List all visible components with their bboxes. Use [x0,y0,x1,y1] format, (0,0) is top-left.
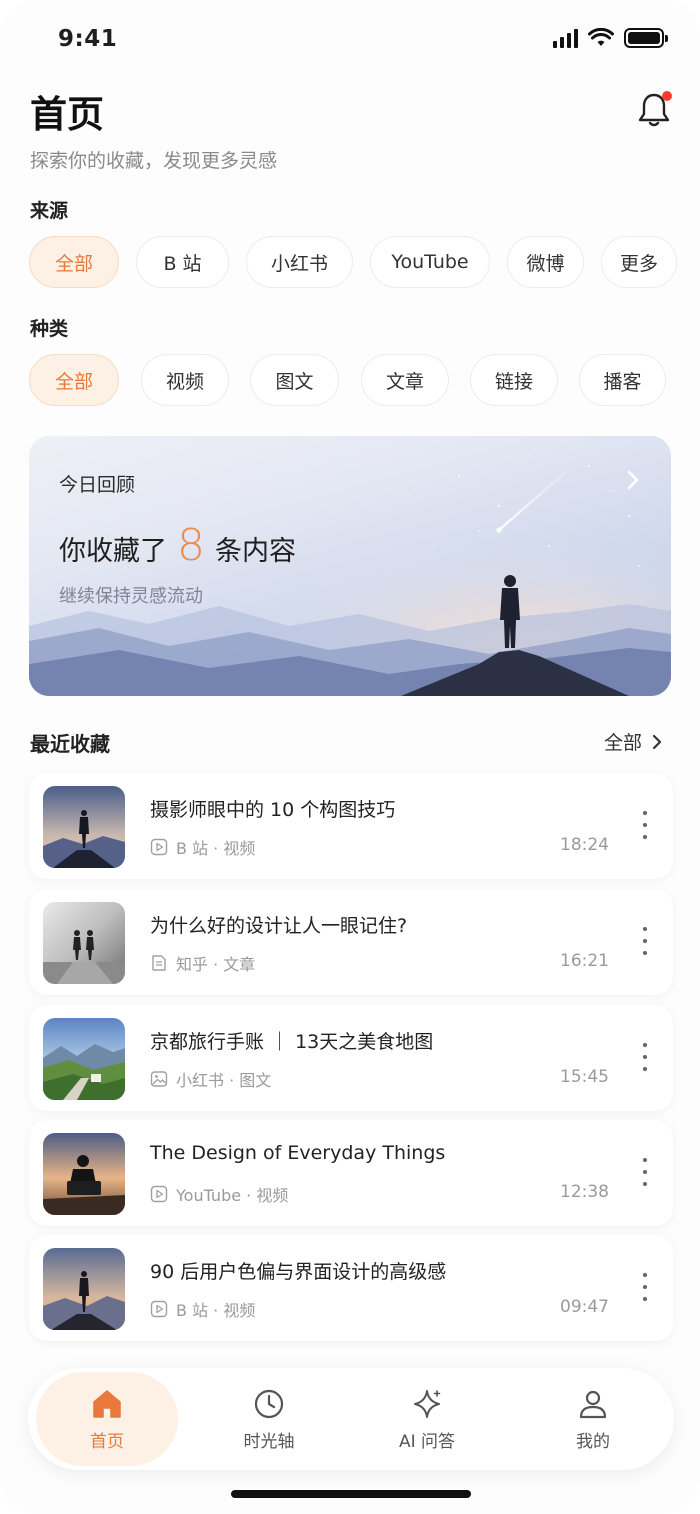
status-time: 9:41 [58,26,118,52]
tab-ai-qa-label: AI 问答 [398,1431,456,1452]
item-title: 为什么好的设计让人一眼记住? [150,915,408,937]
source-filter-label: 来源 [30,200,69,222]
sparkle-icon [414,1389,441,1418]
item-time: 09:47 [560,1297,609,1317]
item-meta-text: B 站 · 视频 [176,1301,256,1320]
wifi-icon [588,28,614,46]
banner-headline-suffix: 条内容 [215,536,296,567]
source-chip-more[interactable]: 更多 [601,236,677,288]
status-bar: 9:41 [0,0,700,80]
list-item[interactable]: 90 后用户色偏与界面设计的高级感 B 站 · 视频 09:47 [29,1235,673,1341]
tab-profile[interactable]: 我的 [522,1372,664,1466]
tab-ai-qa[interactable]: AI 问答 [356,1372,498,1466]
tab-timeline-label: 时光轴 [243,1431,295,1452]
tab-home[interactable]: 首页 [36,1372,178,1466]
daily-review-banner[interactable]: 今日回顾 你收藏了 8 条内容 继续保持灵感流动 [29,436,671,696]
item-meta-text: B 站 · 视频 [176,839,256,858]
source-chip-weibo[interactable]: 微博 [507,236,584,288]
item-time: 16:21 [560,951,609,971]
item-meta: B 站 · 视频 [150,835,255,859]
banner-headline-prefix: 你收藏了 [59,536,167,567]
notification-dot [662,91,672,101]
item-title: The Design of Everyday Things [150,1142,446,1164]
source-chip-xiaohongshu[interactable]: 小红书 [246,236,353,288]
signal-icon [553,28,578,48]
type-chip-image-text[interactable]: 图文 [250,354,339,406]
play-icon [150,1300,168,1318]
app-screen: 9:41 首页 探索你的收藏，发现更多灵感 来源 全部 B 站 小红书 YouT… [0,0,700,1514]
more-vertical-icon[interactable] [639,1039,651,1075]
thumbnail-image [43,786,125,868]
recent-section-title: 最近收藏 [30,732,110,756]
page-title: 首页 [30,93,104,136]
type-chip-link[interactable]: 链接 [470,354,558,406]
clock-icon [254,1389,284,1418]
item-meta-text: YouTube · 视频 [176,1186,289,1205]
tab-timeline[interactable]: 时光轴 [198,1372,340,1466]
tab-profile-label: 我的 [576,1431,610,1452]
item-time: 15:45 [560,1067,609,1087]
thumbnail-image [43,1133,125,1215]
item-meta: 小红书 · 图文 [150,1067,271,1091]
banner-label: 今日回顾 [59,474,136,496]
type-chip-all[interactable]: 全部 [29,354,119,406]
item-meta-text: 小红书 · 图文 [176,1071,272,1090]
notification-button[interactable] [634,90,674,130]
source-chip-youtube[interactable]: YouTube [370,236,490,288]
item-title: 90 后用户色偏与界面设计的高级感 [150,1261,447,1283]
more-vertical-icon[interactable] [639,1269,651,1305]
chevron-right-icon [652,734,662,749]
page-subtitle: 探索你的收藏，发现更多灵感 [30,150,278,172]
item-title: 摄影师眼中的 10 个构图技巧 [150,799,396,821]
thumbnail-image [43,1018,125,1100]
list-item[interactable]: 为什么好的设计让人一眼记住? 知乎 · 文章 16:21 [29,889,673,995]
source-chip-all[interactable]: 全部 [29,236,119,288]
more-vertical-icon[interactable] [639,1154,651,1190]
type-filter-label: 种类 [30,318,69,340]
list-item[interactable]: 京都旅行手账 ｜ 13天之美食地图 小红书 · 图文 15:45 [29,1005,673,1111]
more-vertical-icon[interactable] [639,807,651,843]
status-icons [553,28,668,48]
home-icon [93,1389,121,1418]
item-meta: B 站 · 视频 [150,1297,255,1321]
thumbnail-image [43,902,125,984]
banner-subtitle: 继续保持灵感流动 [59,586,203,607]
banner-headline: 你收藏了 8 条内容 [59,524,296,568]
item-time: 12:38 [560,1182,609,1202]
item-time: 18:24 [560,835,609,855]
item-meta: 知乎 · 文章 [150,951,255,975]
play-icon [150,838,168,856]
document-icon [152,955,166,971]
type-chip-article[interactable]: 文章 [361,354,449,406]
item-meta: YouTube · 视频 [150,1182,288,1206]
user-icon [579,1390,607,1418]
item-title: 京都旅行手账 ｜ 13天之美食地图 [150,1031,434,1053]
thumbnail-image [43,1248,125,1330]
list-item[interactable]: The Design of Everyday Things YouTube · … [29,1120,673,1226]
home-indicator[interactable] [231,1490,471,1498]
image-icon [150,1071,168,1087]
play-icon [150,1185,168,1203]
recent-view-all-label: 全部 [603,732,642,754]
battery-icon [624,28,668,48]
item-meta-text: 知乎 · 文章 [176,955,256,974]
list-item[interactable]: 摄影师眼中的 10 个构图技巧 B 站 · 视频 18:24 [29,773,673,879]
tab-home-label: 首页 [90,1431,124,1452]
bottom-tab-bar: 首页 时光轴 AI 问答 我的 [28,1368,674,1470]
recent-view-all-link[interactable]: 全部 [604,728,664,755]
chevron-right-icon[interactable] [621,468,645,492]
type-chip-podcast[interactable]: 播客 [579,354,666,406]
banner-count: 8 [177,520,205,571]
more-vertical-icon[interactable] [639,923,651,959]
type-chip-video[interactable]: 视频 [141,354,229,406]
source-chip-bilibili[interactable]: B 站 [136,236,229,288]
